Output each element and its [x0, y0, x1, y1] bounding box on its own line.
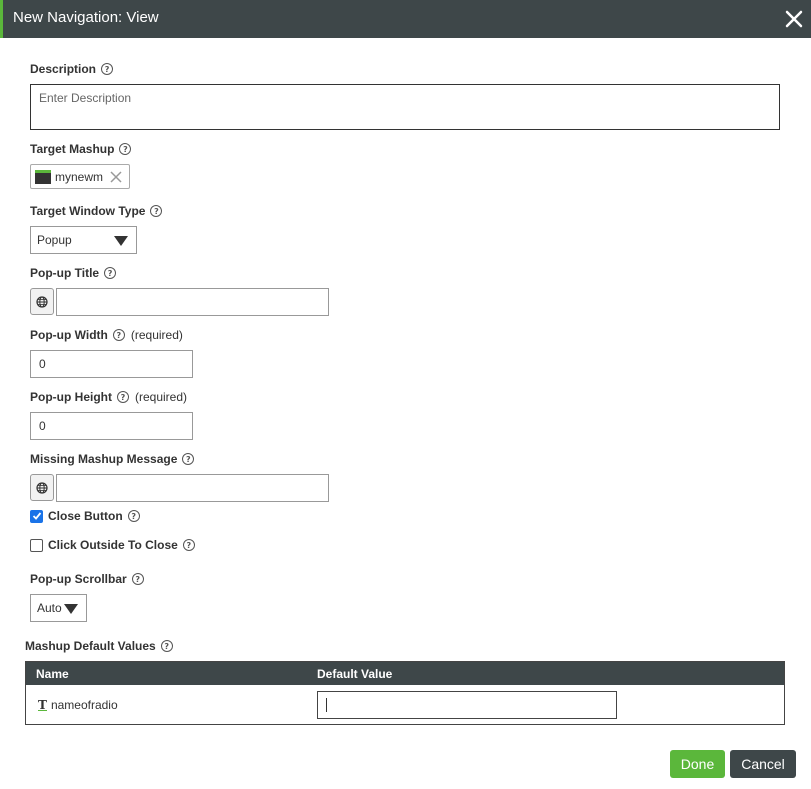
column-header-default-value: Default Value: [317, 667, 393, 681]
text-cursor: [326, 698, 327, 712]
target-mashup-label-text: Target Mashup: [30, 142, 115, 156]
required-text: (required): [134, 390, 188, 404]
popup-title-label-text: Pop-up Title: [30, 266, 100, 280]
column-header-name: Name: [36, 667, 69, 681]
missing-mashup-localize-button[interactable]: [30, 474, 54, 501]
popup-height-input[interactable]: 0: [30, 412, 193, 440]
help-icon[interactable]: ?: [104, 267, 117, 279]
default-value-input[interactable]: [317, 691, 617, 719]
help-icon[interactable]: ?: [150, 205, 163, 217]
click-outside-option: Click Outside To Close ?: [30, 538, 195, 552]
done-button[interactable]: Done: [670, 750, 725, 778]
cancel-button[interactable]: Cancel: [730, 750, 796, 778]
missing-mashup-message-label: Missing Mashup Message ?: [30, 452, 195, 466]
help-icon[interactable]: ?: [182, 539, 195, 551]
target-window-type-label: Target Window Type ?: [30, 204, 163, 218]
dialog-title: New Navigation: View: [13, 9, 159, 26]
close-button-checkbox[interactable]: [30, 509, 43, 523]
click-outside-label: Click Outside To Close: [48, 538, 178, 552]
mashup-default-values-label-text: Mashup Default Values: [25, 639, 156, 653]
help-icon[interactable]: ?: [101, 63, 114, 75]
close-icon[interactable]: [784, 9, 804, 29]
popup-title-input[interactable]: [56, 288, 329, 316]
dialog-titlebar: New Navigation: View: [0, 0, 811, 38]
table-row: T nameofradio: [26, 685, 784, 725]
close-button-option: Close Button ?: [30, 509, 140, 523]
description-label-text: Description: [30, 62, 97, 76]
description-input[interactable]: Enter Description: [30, 84, 780, 130]
chevron-down-icon: [64, 604, 78, 614]
target-window-type-value: Popup: [37, 233, 72, 247]
target-window-type-label-text: Target Window Type: [30, 204, 146, 218]
checkmark-icon: [32, 512, 41, 520]
popup-scrollbar-select[interactable]: Auto: [30, 594, 87, 622]
target-mashup-label: Target Mashup ?: [30, 142, 132, 156]
popup-scrollbar-label-text: Pop-up Scrollbar: [30, 572, 127, 586]
popup-width-label: Pop-up Width ? (required): [30, 328, 183, 342]
param-name: nameofradio: [50, 698, 118, 712]
table-header: Name Default Value: [26, 662, 784, 685]
popup-width-input[interactable]: 0: [30, 350, 193, 378]
default-values-table: Name Default Value T nameofradio: [25, 661, 785, 725]
target-window-type-select[interactable]: Popup: [30, 226, 137, 254]
param-name-cell: T nameofradio: [38, 698, 118, 712]
popup-title-localize-button[interactable]: [30, 288, 54, 315]
chevron-down-icon: [114, 236, 128, 246]
remove-icon[interactable]: [109, 170, 123, 184]
required-text: (required): [130, 328, 183, 342]
close-button-label: Close Button: [48, 509, 123, 523]
help-icon[interactable]: ?: [160, 640, 173, 652]
popup-scrollbar-value: Auto: [37, 601, 62, 615]
help-icon[interactable]: ?: [182, 453, 195, 465]
popup-height-label-text: Pop-up Height: [30, 390, 112, 404]
missing-mashup-message-label-text: Missing Mashup Message: [30, 452, 178, 466]
mashup-default-values-label: Mashup Default Values ?: [25, 639, 173, 653]
target-mashup-value: mynewm: [55, 169, 104, 184]
titlebar-accent: [0, 0, 3, 38]
help-icon[interactable]: ?: [112, 329, 125, 341]
help-icon[interactable]: ?: [116, 391, 129, 403]
globe-icon: [36, 481, 48, 494]
help-icon[interactable]: ?: [127, 510, 140, 522]
description-label: Description ?: [30, 62, 114, 76]
popup-scrollbar-label: Pop-up Scrollbar ?: [30, 572, 144, 586]
missing-mashup-message-input[interactable]: [56, 474, 329, 502]
popup-width-label-text: Pop-up Width: [30, 328, 108, 342]
popup-title-label: Pop-up Title ?: [30, 266, 117, 280]
globe-icon: [36, 295, 48, 308]
click-outside-checkbox[interactable]: [30, 538, 43, 552]
mashup-icon: [35, 169, 51, 184]
text-param-icon: T: [38, 697, 47, 712]
help-icon[interactable]: ?: [119, 143, 132, 155]
target-mashup-chip[interactable]: mynewm: [30, 164, 130, 189]
popup-height-label: Pop-up Height ? (required): [30, 390, 187, 404]
help-icon[interactable]: ?: [131, 573, 144, 585]
